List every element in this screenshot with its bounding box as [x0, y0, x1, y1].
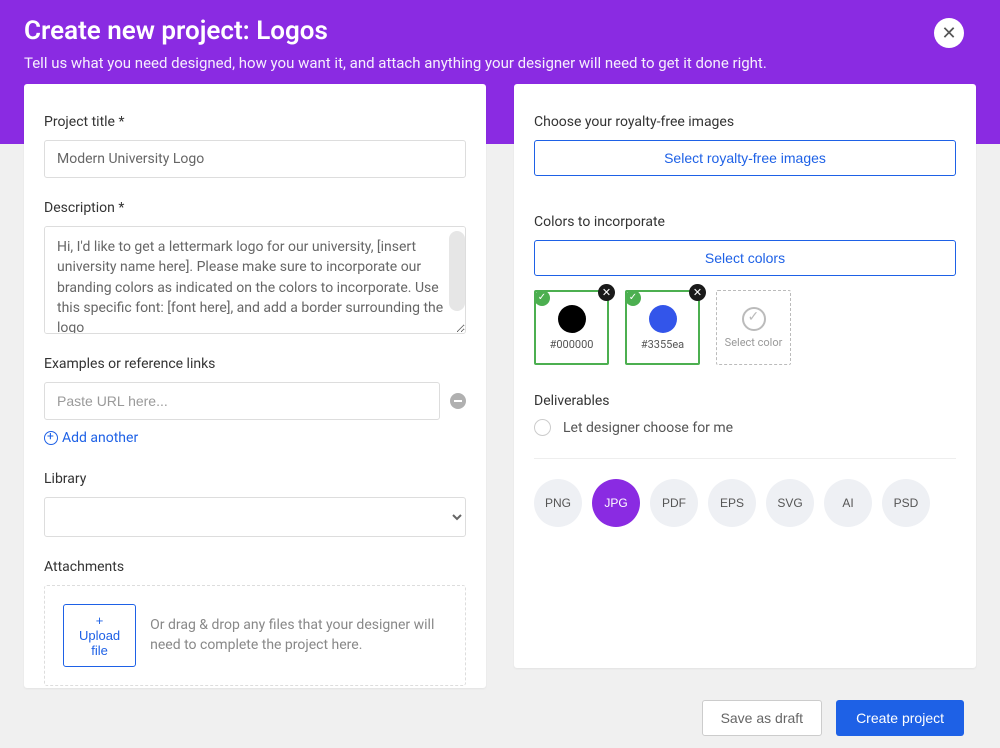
project-title-input[interactable] [44, 140, 466, 178]
remove-swatch-icon[interactable]: ✕ [689, 284, 706, 301]
color-swatch-black[interactable]: ✓ ✕ #000000 [534, 290, 609, 365]
swatch-color-circle [649, 305, 677, 333]
check-icon: ✓ [534, 290, 550, 306]
color-swatch-blue[interactable]: ✓ ✕ #3355ea [625, 290, 700, 365]
right-panel: Choose your royalty-free images Select r… [514, 84, 976, 668]
deliverables-label: Deliverables [534, 393, 956, 409]
format-jpg[interactable]: JPG [592, 479, 640, 527]
close-button[interactable]: ✕ [934, 18, 964, 48]
examples-label: Examples or reference links [44, 356, 466, 372]
format-psd[interactable]: PSD [882, 479, 930, 527]
format-ai[interactable]: AI [824, 479, 872, 527]
let-designer-radio[interactable] [534, 419, 551, 436]
project-title-label: Project title * [44, 114, 466, 130]
check-icon: ✓ [625, 290, 641, 306]
reference-url-input[interactable] [44, 382, 440, 420]
divider [534, 458, 956, 459]
library-select[interactable] [44, 497, 466, 537]
library-label: Library [44, 471, 466, 487]
royalty-free-label: Choose your royalty-free images [534, 114, 956, 130]
attachments-label: Attachments [44, 559, 466, 575]
file-formats: PNG JPG PDF EPS SVG AI PSD [534, 479, 956, 527]
attachments-dropzone[interactable]: + Upload file Or drag & drop any files t… [44, 585, 466, 686]
let-designer-label: Let designer choose for me [563, 420, 733, 436]
select-colors-button[interactable]: Select colors [534, 240, 956, 276]
swatch-hex-label: #000000 [550, 338, 594, 351]
page-title: Create new project: Logos [24, 16, 976, 46]
left-panel: Project title * Description * Examples o… [24, 84, 486, 688]
description-textarea[interactable] [45, 227, 465, 333]
placeholder-check-icon [742, 307, 766, 331]
attachments-help-text: Or drag & drop any files that your desig… [150, 616, 447, 655]
description-label: Description * [44, 200, 466, 216]
close-icon: ✕ [941, 23, 956, 43]
format-svg[interactable]: SVG [766, 479, 814, 527]
format-pdf[interactable]: PDF [650, 479, 698, 527]
format-png[interactable]: PNG [534, 479, 582, 527]
page-subtitle: Tell us what you need designed, how you … [24, 54, 976, 72]
format-eps[interactable]: EPS [708, 479, 756, 527]
swatch-color-circle [558, 305, 586, 333]
add-another-label: Add another [62, 430, 138, 446]
swatch-hex-label: #3355ea [641, 338, 684, 351]
upload-file-button[interactable]: + Upload file [63, 604, 136, 667]
add-another-link[interactable]: Add another [44, 430, 138, 446]
colors-label: Colors to incorporate [534, 214, 956, 230]
remove-swatch-icon[interactable]: ✕ [598, 284, 615, 301]
select-royalty-free-button[interactable]: Select royalty-free images [534, 140, 956, 176]
remove-url-icon[interactable] [450, 393, 466, 409]
add-color-swatch[interactable]: Select color [716, 290, 791, 365]
save-draft-button[interactable]: Save as draft [702, 700, 823, 736]
footer-actions: Save as draft Create project [0, 688, 1000, 748]
color-swatches: ✓ ✕ #000000 ✓ ✕ #3355ea Select color [534, 290, 956, 365]
select-color-label: Select color [725, 336, 783, 349]
plus-circle-icon [44, 431, 58, 445]
create-project-button[interactable]: Create project [836, 700, 964, 736]
